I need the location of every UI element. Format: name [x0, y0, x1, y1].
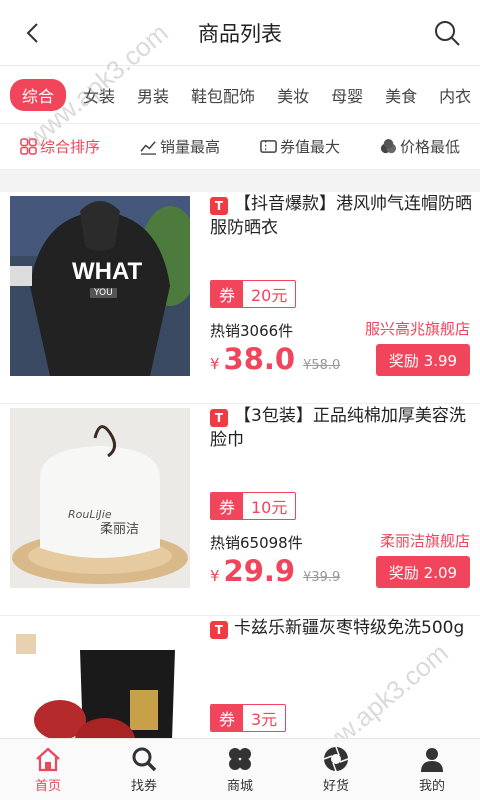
category-tab-baby[interactable]: 母婴 [320, 83, 374, 107]
tab-label: 商城 [226, 779, 253, 794]
ticket-icon [260, 140, 277, 153]
product-card[interactable]: WHAT YOU T 【抖音爆款】港风帅气连帽防晒服防晒衣 券 20元 热销30… [0, 192, 480, 404]
reward-button[interactable]: 奖励 3.99 [376, 344, 470, 376]
sort-label: 销量最高 [159, 138, 220, 156]
coupon-tag: 券 20元 [210, 280, 297, 308]
tab-label: 首页 [34, 779, 61, 794]
product-title[interactable]: 【抖音爆款】港风帅气连帽防晒服防晒衣 [210, 192, 472, 240]
shutter-icon [323, 746, 349, 772]
tab-label: 好货 [322, 779, 349, 794]
sold-count: 热销65098件 [210, 534, 303, 552]
bottom-tab-bar: 首页 找券 商城 好货 我的 [0, 738, 480, 800]
price: ¥ 29.9 ¥39.9 [210, 554, 340, 588]
category-tab-women[interactable]: 女装 [72, 83, 126, 107]
coupon-key: 券 [211, 281, 243, 307]
product-image-text: WHAT [72, 258, 143, 285]
sort-sales[interactable]: 销量最高 [140, 136, 220, 157]
coupon-tag: 券 3元 [210, 704, 287, 732]
home-icon [36, 747, 60, 772]
product-card[interactable]: RouLiJie 柔丽洁 T 【3包装】正品纯棉加厚美容洗脸巾 券 10元 热销… [0, 404, 480, 616]
category-tab-underwear[interactable]: 内衣 [428, 83, 480, 107]
original-price: ¥39.9 [303, 570, 341, 585]
category-tab-all[interactable]: 综合 [10, 78, 67, 111]
page-title: 商品列表 [198, 21, 282, 46]
product-image [10, 620, 190, 738]
category-tabs: 综合 女装 男装 鞋包配饰 美妆 母婴 美食 内衣 [0, 66, 480, 124]
tab-home[interactable]: 首页 [13, 745, 83, 794]
category-tab-food[interactable]: 美食 [374, 83, 428, 107]
coupon-key: 券 [211, 493, 243, 519]
clover-icon [229, 748, 251, 770]
reward-button[interactable]: 奖励 2.09 [376, 556, 470, 588]
product-title[interactable]: 卡兹乐新疆灰枣特级免洗500g [210, 616, 472, 640]
tab-good-goods[interactable]: 好货 [301, 745, 371, 794]
current-price: 38.0 [223, 342, 296, 376]
sort-coupon[interactable]: 券值最大 [260, 136, 340, 157]
tab-mine[interactable]: 我的 [397, 745, 467, 794]
product-image: RouLiJie 柔丽洁 [10, 408, 190, 588]
top-bar: 商品列表 [0, 0, 480, 66]
sort-comprehensive[interactable]: 综合排序 [20, 136, 100, 157]
product-image: WHAT YOU [10, 196, 190, 376]
divider [0, 170, 480, 192]
coins-icon [380, 138, 397, 154]
tab-label: 找券 [130, 779, 157, 794]
product-title[interactable]: 【3包装】正品纯棉加厚美容洗脸巾 [210, 404, 472, 452]
sort-label: 综合排序 [39, 138, 100, 156]
category-tab-men[interactable]: 男装 [126, 83, 180, 107]
grid-icon [20, 138, 37, 155]
sort-label: 价格最低 [399, 138, 460, 156]
coupon-tag: 券 10元 [210, 492, 297, 520]
shop-name[interactable]: 服兴高兆旗舰店 [365, 318, 470, 339]
coupon-key: 券 [211, 705, 243, 731]
sort-label: 券值最大 [279, 138, 340, 156]
chevron-left-icon[interactable] [18, 18, 48, 48]
current-price: 29.9 [223, 554, 296, 588]
currency-symbol: ¥ [210, 567, 220, 585]
tab-mall[interactable]: 商城 [205, 745, 275, 794]
trend-chart-icon [140, 141, 157, 155]
original-price: ¥58.0 [303, 358, 341, 373]
sold-count: 热销3066件 [210, 322, 294, 340]
category-tab-shoes-bags[interactable]: 鞋包配饰 [180, 83, 266, 107]
search-icon [132, 747, 157, 772]
currency-symbol: ¥ [210, 355, 220, 373]
coupon-value: 3元 [251, 710, 278, 729]
sort-price[interactable]: 价格最低 [380, 136, 460, 157]
product-image-subtext: YOU [90, 288, 117, 298]
tab-find-coupon[interactable]: 找券 [109, 745, 179, 794]
price: ¥ 38.0 ¥58.0 [210, 342, 340, 376]
coupon-value: 10元 [251, 498, 288, 517]
product-card[interactable]: T 卡兹乐新疆灰枣特级免洗500g 券 3元 [0, 616, 480, 738]
tab-label: 我的 [418, 779, 445, 794]
coupon-value: 20元 [251, 286, 288, 305]
product-image-text: 柔丽洁 [100, 522, 140, 537]
category-tab-beauty[interactable]: 美妆 [266, 83, 320, 107]
search-icon[interactable] [432, 18, 462, 48]
product-list[interactable]: WHAT YOU T 【抖音爆款】港风帅气连帽防晒服防晒衣 券 20元 热销30… [0, 192, 480, 738]
user-icon [421, 748, 443, 772]
shop-name[interactable]: 柔丽洁旗舰店 [380, 530, 470, 551]
sort-bar: 综合排序 销量最高 券值最大 价格最低 [0, 124, 480, 170]
